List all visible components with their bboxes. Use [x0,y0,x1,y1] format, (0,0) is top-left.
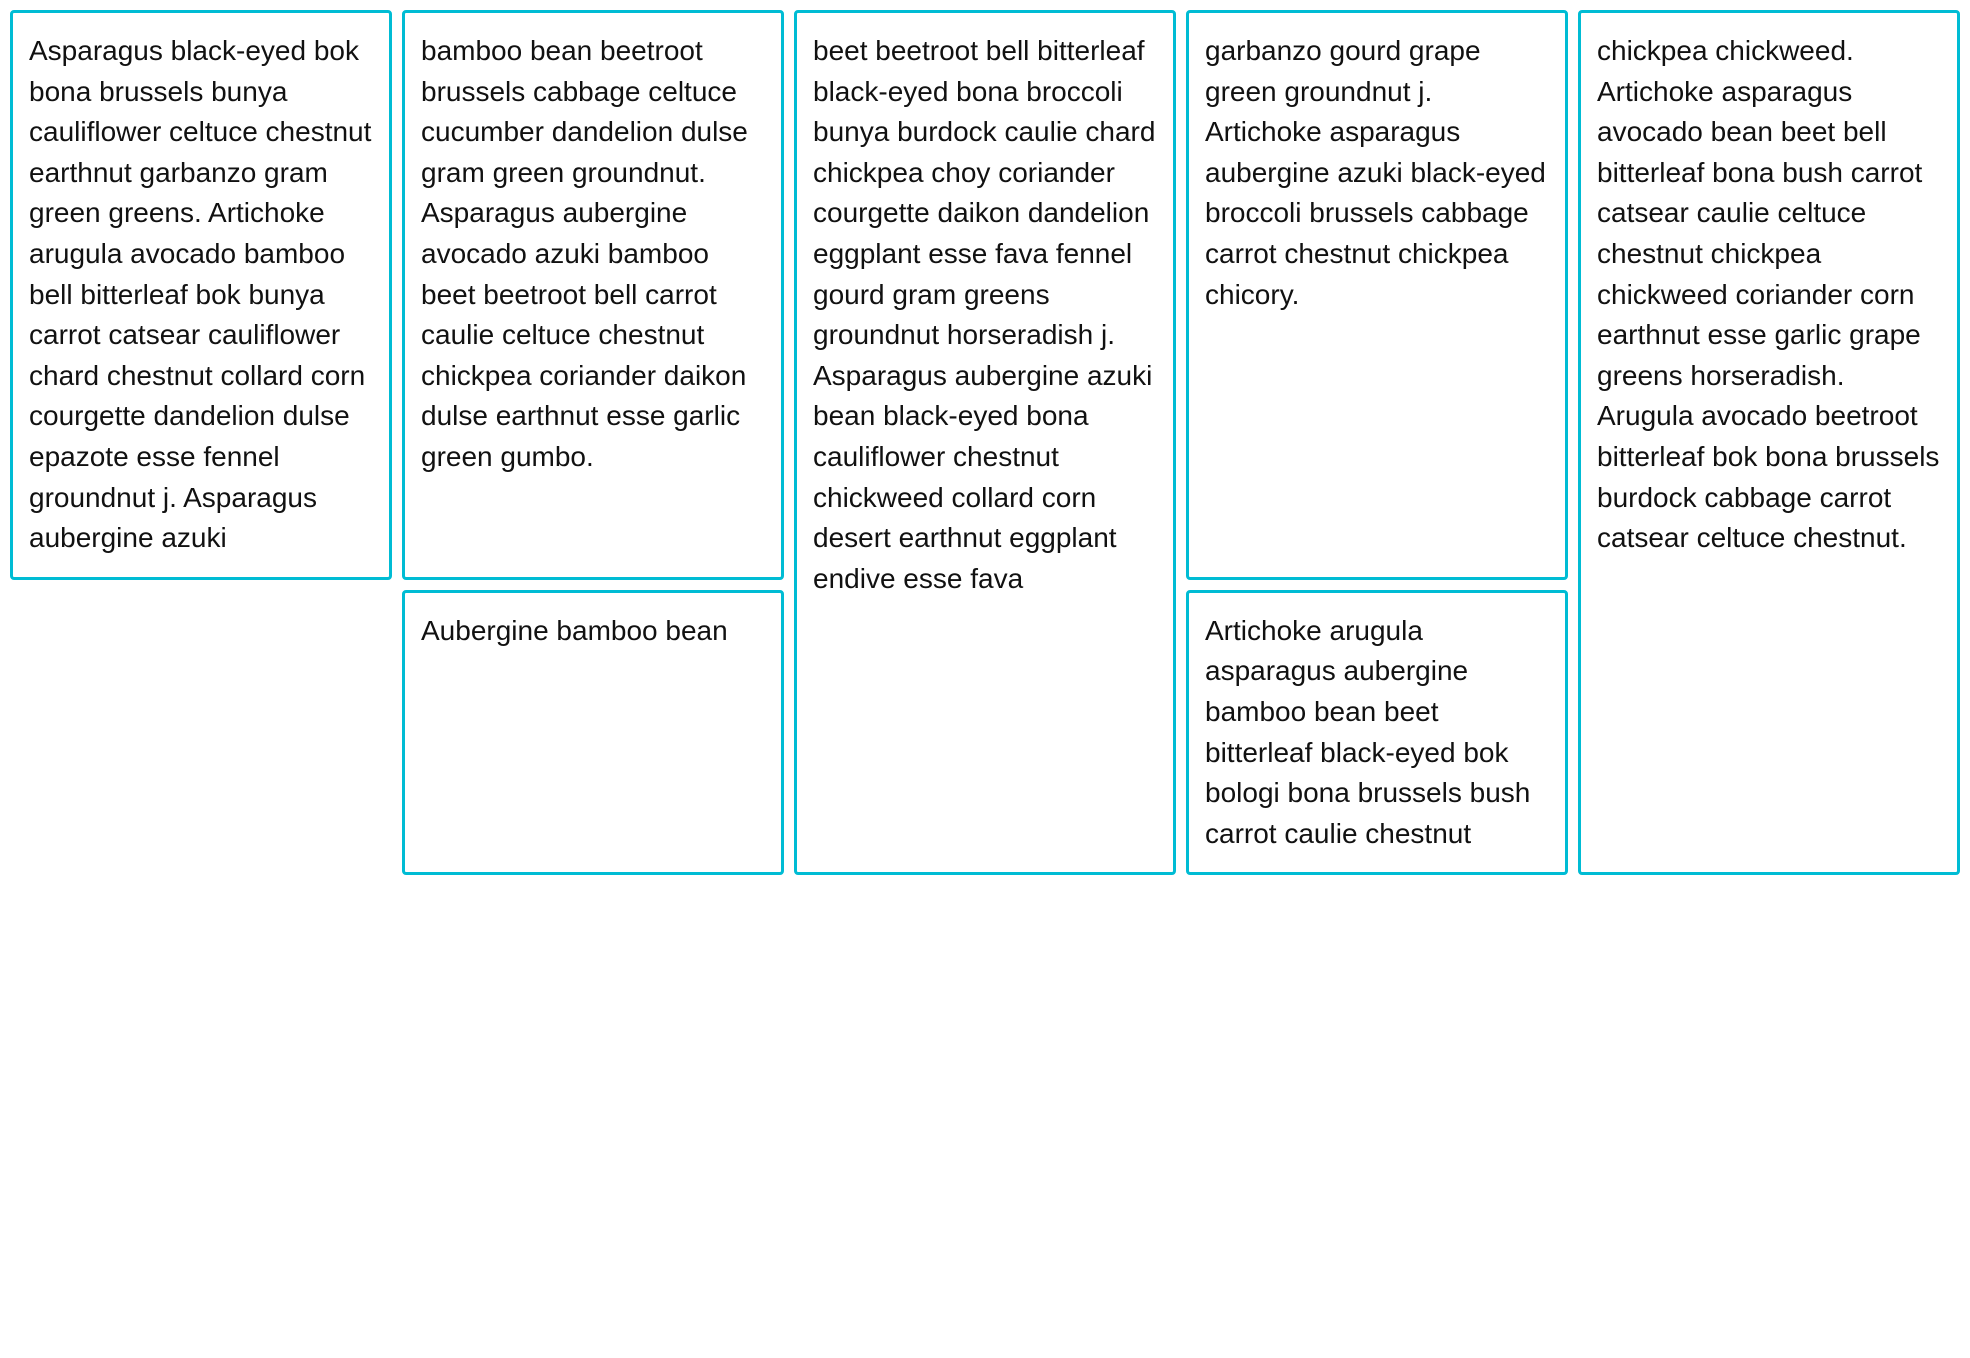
card-col4-row2: Artichoke arugula asparagus aubergine ba… [1186,590,1568,876]
card-col4-row2-text: Artichoke arugula asparagus aubergine ba… [1205,615,1530,849]
card-col4-row1-text: garbanzo gourd grape green groundnut j. … [1205,35,1546,310]
card-col2-row1: bamboo bean beetroot brussels cabbage ce… [402,10,784,580]
card-col3-row1: beet beetroot bell bitterleaf black-eyed… [794,10,1176,875]
card-col1-row1-text: Asparagus black-eyed bok bona brussels b… [29,35,371,553]
card-col3-row1-text: beet beetroot bell bitterleaf black-eyed… [813,35,1155,594]
card-col4-row1: garbanzo gourd grape green groundnut j. … [1186,10,1568,580]
card-col1-row1: Asparagus black-eyed bok bona brussels b… [10,10,392,580]
card-col5-row1: chickpea chickweed. Artichoke asparagus … [1578,10,1960,875]
card-col2-row1-text: bamboo bean beetroot brussels cabbage ce… [421,35,748,472]
card-col2-row2-text: Aubergine bamboo bean [421,615,728,646]
card-col2-row2: Aubergine bamboo bean [402,590,784,876]
card-col5-row1-text: chickpea chickweed. Artichoke asparagus … [1597,35,1939,553]
main-grid: Asparagus black-eyed bok bona brussels b… [10,10,1960,875]
